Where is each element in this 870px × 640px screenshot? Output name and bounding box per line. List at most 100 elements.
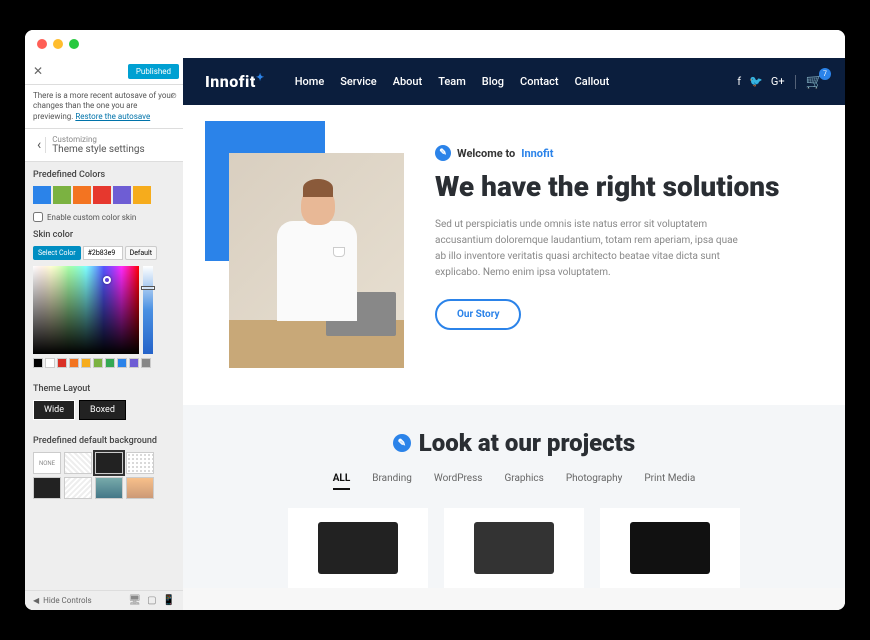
filter-tab[interactable]: Branding [372,473,412,490]
bg-tile[interactable] [126,452,154,474]
palette-swatch[interactable] [33,358,43,368]
content: ✕ Published There is a more recent autos… [25,58,845,610]
nav-item[interactable]: Service [340,75,376,88]
palette-swatch[interactable] [117,358,127,368]
tablet-icon[interactable]: ▢ [147,595,156,606]
enable-custom-skin-checkbox[interactable] [33,212,43,222]
skin-hex-input[interactable] [83,246,123,260]
customizer-sidebar: ✕ Published There is a more recent autos… [25,58,183,610]
pencil-icon: ✎ [393,434,411,452]
window-max-dot[interactable] [69,39,79,49]
customizing-label: Customizing [52,135,144,144]
nav-item[interactable]: Blog [482,75,504,88]
nav-item[interactable]: Team [438,75,466,88]
projects-section: ✎ Look at our projects ALL Branding WordPr… [183,405,845,588]
project-card[interactable] [288,508,428,588]
our-story-button[interactable]: Our Story [435,299,521,330]
hero-text: ✎ Welcome to Innofit We have the right s… [435,135,809,330]
color-swatch[interactable] [113,186,131,204]
twitter-icon[interactable]: 🐦 [749,75,763,88]
bg-tile[interactable] [95,477,123,499]
welcome-brand: Innofit [521,147,553,160]
palette-swatch[interactable] [69,358,79,368]
filter-tab[interactable]: ALL [333,473,351,490]
theme-layout-title: Theme Layout [33,384,175,394]
color-swatch[interactable] [133,186,151,204]
sidebar-footer: ◀ Hide Controls 🖥 ▢ 📱 [25,590,183,610]
hide-controls-button[interactable]: ◀ Hide Controls [33,596,92,605]
titlebar [25,30,845,58]
bg-tile[interactable] [126,477,154,499]
desktop-icon[interactable]: 🖥 [128,595,141,606]
customizing-section: Theme style settings [52,144,144,155]
filter-tab[interactable]: Photography [566,473,623,490]
palette-swatch[interactable] [141,358,151,368]
restore-autosave-link[interactable]: Restore the autosave [75,112,150,121]
bg-tile[interactable] [95,452,123,474]
bg-tile[interactable] [33,477,61,499]
hue-indicator[interactable] [141,286,155,290]
color-swatch[interactable] [73,186,91,204]
welcome-line: ✎ Welcome to Innofit [435,145,809,161]
social-icons: f 🐦 G+ [737,75,784,88]
nav-item[interactable]: Callout [575,75,610,88]
site-preview: Innofit✦ Home Service About Team Blog Contact… [183,58,845,610]
divider [795,75,796,89]
back-icon[interactable]: ‹ [33,137,46,153]
default-color-button[interactable]: Default [125,246,157,260]
palette-row [33,358,175,368]
window-min-dot[interactable] [53,39,63,49]
chevron-left-icon: ◀ [33,596,39,605]
palette-swatch[interactable] [45,358,55,368]
hero-headline: We have the right solutions [435,171,809,203]
filter-tab[interactable]: Graphics [504,473,543,490]
dismiss-icon[interactable]: ⊘ [170,91,177,101]
predefined-swatches [33,186,175,204]
google-plus-icon[interactable]: G+ [771,75,785,88]
spectrum-indicator[interactable] [103,276,111,284]
brand-logo[interactable]: Innofit✦ [205,72,265,91]
projects-title: ✎ Look at our projects [393,429,635,457]
palette-swatch[interactable] [129,358,139,368]
customizing-header: ‹ Customizing Theme style settings [25,129,183,162]
filter-tab[interactable]: WordPress [434,473,483,490]
enable-custom-skin-row[interactable]: Enable custom color skin [33,212,175,222]
hue-slider[interactable] [143,266,153,354]
window-close-dot[interactable] [37,39,47,49]
color-spectrum[interactable] [33,266,139,354]
palette-swatch[interactable] [93,358,103,368]
color-swatch[interactable] [93,186,111,204]
hero-image [219,135,399,365]
mobile-icon[interactable]: 📱 [163,595,175,606]
color-swatch[interactable] [53,186,71,204]
palette-swatch[interactable] [105,358,115,368]
layout-boxed-button[interactable]: Boxed [79,400,126,420]
pencil-icon: ✎ [435,145,451,161]
publish-status-button[interactable]: Published [128,64,179,79]
close-icon[interactable]: ✕ [29,62,47,80]
project-filters: ALL Branding WordPress Graphics Photography P… [219,473,809,490]
layout-wide-button[interactable]: Wide [33,400,75,420]
autosave-notice: There is a more recent autosave of your … [25,85,183,129]
bg-tile[interactable] [64,477,92,499]
select-color-button[interactable]: Select Color [33,246,81,260]
background-grid: NONE [33,452,175,499]
background-section: Predefined default background NONE [25,428,183,507]
nav-item[interactable]: Contact [520,75,559,88]
hero-paragraph: Sed ut perspiciatis unde omnis iste natu… [435,217,745,281]
palette-swatch[interactable] [57,358,67,368]
nav-item[interactable]: Home [295,75,325,88]
nav-item[interactable]: About [393,75,423,88]
bg-tile-none[interactable]: NONE [33,452,61,474]
sidebar-top: ✕ Published [25,58,183,85]
filter-tab[interactable]: Print Media [644,473,695,490]
cart-icon[interactable]: 🛒7 [806,74,823,90]
hide-controls-label: Hide Controls [43,596,91,605]
bg-tile[interactable] [64,452,92,474]
browser-window: ✕ Published There is a more recent autos… [25,30,845,610]
project-card[interactable] [444,508,584,588]
project-card[interactable] [600,508,740,588]
palette-swatch[interactable] [81,358,91,368]
facebook-icon[interactable]: f [737,75,741,88]
color-swatch[interactable] [33,186,51,204]
